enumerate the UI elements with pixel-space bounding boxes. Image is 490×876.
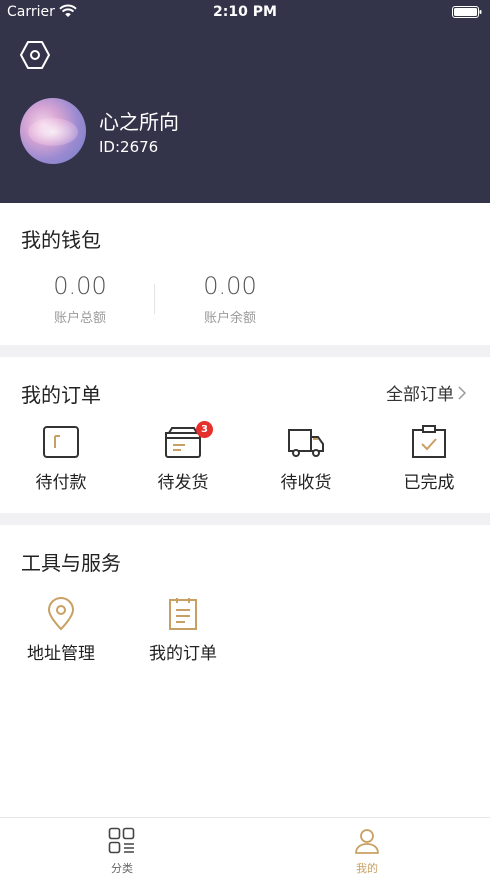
section-divider	[0, 513, 490, 525]
orders-title: 我的订单	[21, 383, 101, 407]
status-bar: Carrier 2:10 PM	[0, 0, 490, 24]
order-awaiting-receipt[interactable]: 待收货	[256, 424, 356, 496]
all-orders-link[interactable]: 全部订单	[386, 380, 466, 405]
section-divider	[0, 345, 490, 357]
order-pending-payment[interactable]: 待付款	[11, 424, 111, 496]
tab-me-label: 我的	[356, 862, 378, 875]
total-balance-label: 账户总额	[53, 311, 106, 326]
order-completed[interactable]: 已完成	[379, 424, 479, 496]
tab-bar: 分类 我的	[0, 817, 490, 876]
user-icon	[355, 829, 379, 854]
completed-icon	[412, 425, 446, 458]
order-completed-label: 已完成	[403, 473, 455, 493]
profile-name: 心之所向	[99, 110, 179, 134]
truck-icon	[288, 429, 324, 457]
all-orders-label: 全部订单	[386, 385, 454, 405]
order-pending-payment-label: 待付款	[35, 473, 87, 493]
tool-my-orders-label: 我的订单	[149, 644, 217, 664]
category-grid-icon	[108, 827, 135, 854]
tab-category[interactable]: 分类	[62, 818, 182, 876]
wallet-divider	[154, 284, 155, 314]
avatar[interactable]	[20, 98, 86, 164]
available-balance-amount[interactable]: 0.00	[165, 272, 295, 300]
profile-id: ID:2676	[99, 138, 159, 156]
wallet-icon	[43, 426, 79, 458]
available-balance-label: 账户余额	[203, 311, 256, 326]
tool-address-label: 地址管理	[27, 644, 95, 664]
total-balance-amount[interactable]: 0.00	[15, 272, 145, 300]
hexagon-settings-icon[interactable]	[18, 38, 52, 72]
status-time: 2:10 PM	[213, 4, 277, 20]
order-awaiting-shipment-label: 待发货	[157, 473, 209, 493]
tab-category-label: 分类	[111, 862, 133, 875]
profile-header: Carrier 2:10 PM 心之所向 ID:2676	[0, 0, 490, 203]
tools-title: 工具与服务	[21, 551, 121, 575]
order-awaiting-shipment[interactable]: 待发货	[133, 424, 233, 496]
chevron-right-icon	[458, 385, 466, 400]
wallet-title: 我的钱包	[21, 228, 101, 252]
tab-me[interactable]: 我的	[307, 818, 427, 876]
location-icon	[47, 597, 75, 631]
battery-icon	[452, 6, 482, 18]
order-list-icon	[169, 598, 197, 630]
tool-my-orders[interactable]: 我的订单	[138, 597, 228, 664]
tool-address-management[interactable]: 地址管理	[16, 597, 106, 664]
order-awaiting-receipt-label: 待收货	[280, 473, 332, 493]
awaiting-shipment-badge: 3	[196, 421, 213, 438]
